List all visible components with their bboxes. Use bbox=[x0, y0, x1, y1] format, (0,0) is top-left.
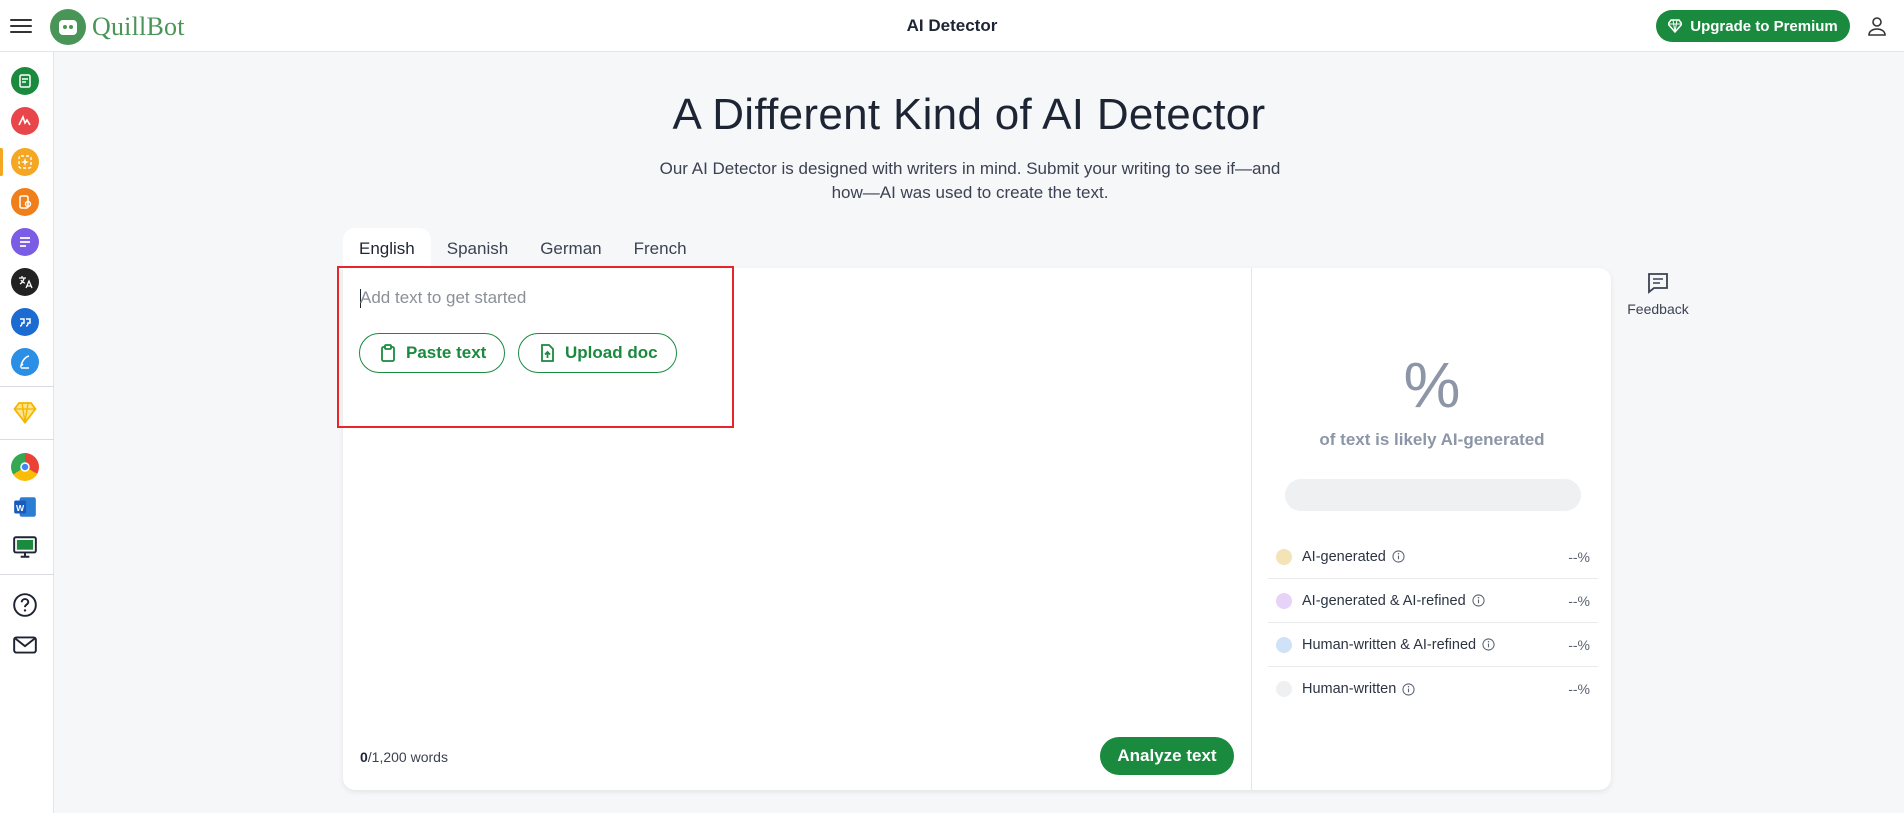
ai-detector-icon[interactable] bbox=[11, 148, 39, 176]
ai-writer-icon[interactable] bbox=[11, 348, 39, 376]
tab-french[interactable]: French bbox=[618, 228, 703, 268]
upgrade-premium-button[interactable]: Upgrade to Premium bbox=[1656, 10, 1850, 42]
hero-subtitle: Our AI Detector is designed with writers… bbox=[659, 159, 1281, 202]
summarizer-icon[interactable] bbox=[11, 228, 39, 256]
upload-doc-button[interactable]: Upload doc bbox=[518, 333, 677, 373]
legend-row-ai-refined: AI-generated & AI-refined --% bbox=[1268, 579, 1598, 623]
legend-row-human-ai-refined: Human-written & AI-refined --% bbox=[1268, 623, 1598, 667]
premium-diamond-icon[interactable] bbox=[11, 398, 39, 426]
quillbot-logo[interactable]: QuillBot bbox=[50, 9, 185, 45]
editor-placeholder[interactable]: Add text to get started bbox=[360, 288, 526, 308]
logo-text: QuillBot bbox=[92, 12, 185, 41]
account-icon[interactable] bbox=[1865, 14, 1889, 38]
detector-card: Add text to get started Paste text Uploa… bbox=[343, 268, 1611, 790]
paraphraser-icon[interactable] bbox=[11, 67, 39, 95]
top-bar: QuillBot AI Detector Upgrade to Premium bbox=[0, 0, 1904, 52]
legend-dot bbox=[1276, 636, 1292, 653]
feedback-icon bbox=[1648, 273, 1668, 294]
legend-label: AI-generated & AI-refined bbox=[1302, 592, 1466, 609]
analyze-text-button[interactable]: Analyze text bbox=[1100, 737, 1234, 775]
word-addin-icon[interactable]: W bbox=[11, 493, 39, 521]
legend-dot bbox=[1276, 548, 1292, 565]
legend-label: AI-generated bbox=[1302, 548, 1386, 565]
info-icon[interactable] bbox=[1402, 682, 1415, 696]
paste-text-button[interactable]: Paste text bbox=[359, 333, 506, 373]
results-legend: AI-generated --% AI-generated & AI-refin… bbox=[1268, 535, 1598, 711]
citation-generator-icon[interactable] bbox=[11, 308, 39, 336]
quillbot-logo-icon bbox=[50, 9, 86, 45]
sidebar: W bbox=[0, 52, 54, 813]
sidebar-divider bbox=[0, 574, 54, 575]
legend-value: --% bbox=[1568, 592, 1590, 609]
ai-likely-text: of text is likely AI-generated bbox=[1319, 430, 1545, 449]
svg-text:W: W bbox=[16, 503, 25, 513]
results-panel: % of text is likely AI-generated AI-gene… bbox=[1251, 268, 1611, 790]
help-icon[interactable] bbox=[11, 591, 39, 619]
desktop-app-icon[interactable] bbox=[11, 533, 39, 561]
plagiarism-checker-icon[interactable] bbox=[11, 188, 39, 216]
upload-file-icon bbox=[541, 344, 554, 362]
info-icon[interactable] bbox=[1472, 594, 1485, 607]
legend-value: --% bbox=[1568, 681, 1590, 697]
legend-value: --% bbox=[1568, 548, 1590, 565]
tab-german[interactable]: German bbox=[524, 228, 617, 268]
ai-percent: % bbox=[1403, 349, 1461, 421]
translator-icon[interactable] bbox=[11, 268, 39, 296]
info-icon[interactable] bbox=[1392, 550, 1405, 563]
word-count: 0/1,200 words bbox=[360, 749, 448, 765]
hero-title: A Different Kind of AI Detector bbox=[672, 90, 1266, 139]
tab-spanish[interactable]: Spanish bbox=[431, 228, 524, 268]
upgrade-premium-label: Upgrade to Premium bbox=[1690, 17, 1838, 35]
tab-english[interactable]: English bbox=[343, 228, 431, 268]
grammar-checker-icon[interactable] bbox=[11, 107, 39, 135]
feedback-button[interactable]: Feedback bbox=[1623, 272, 1693, 317]
legend-label: Human-written bbox=[1302, 681, 1397, 697]
word-count-limit: /1,200 words bbox=[367, 749, 448, 765]
legend-dot bbox=[1276, 681, 1292, 697]
ai-score-bar bbox=[1285, 479, 1581, 511]
word-count-current: 0 bbox=[360, 749, 368, 765]
page-title: AI Detector bbox=[906, 16, 998, 35]
paste-text-label: Paste text bbox=[406, 343, 487, 362]
mail-icon[interactable] bbox=[11, 631, 39, 659]
chrome-extension-icon[interactable] bbox=[11, 453, 39, 481]
info-icon[interactable] bbox=[1482, 638, 1495, 651]
sidebar-divider bbox=[0, 386, 54, 387]
sidebar-divider bbox=[0, 439, 54, 440]
upload-doc-label: Upload doc bbox=[565, 343, 658, 362]
feedback-label: Feedback bbox=[1627, 301, 1689, 317]
legend-dot bbox=[1276, 592, 1292, 609]
menu-icon[interactable] bbox=[10, 15, 32, 37]
clipboard-icon bbox=[381, 344, 395, 362]
legend-row-human-written: Human-written --% bbox=[1268, 667, 1598, 711]
legend-label: Human-written & AI-refined bbox=[1302, 636, 1477, 653]
diamond-icon bbox=[1668, 19, 1683, 33]
legend-value: --% bbox=[1568, 636, 1590, 653]
sidebar-active-indicator bbox=[0, 148, 3, 176]
text-editor[interactable]: Add text to get started Paste text Uploa… bbox=[343, 268, 1251, 790]
language-tabs: English Spanish German French bbox=[343, 228, 703, 268]
legend-row-ai-generated: AI-generated --% bbox=[1268, 535, 1598, 579]
